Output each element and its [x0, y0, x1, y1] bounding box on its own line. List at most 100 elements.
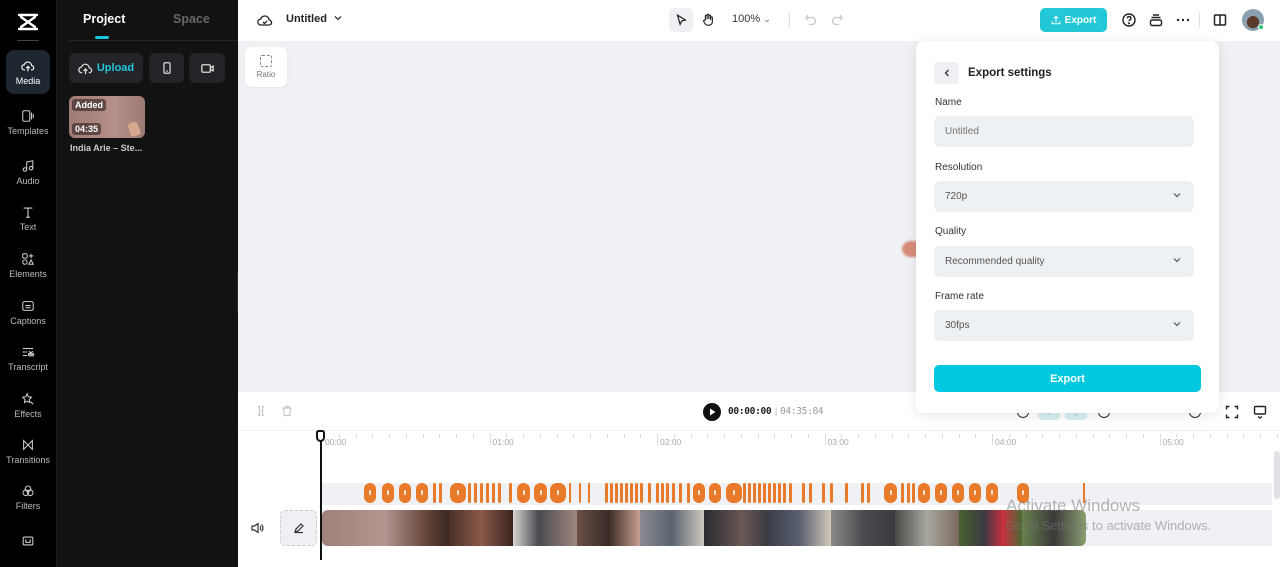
confirm-export-button[interactable]: Export: [934, 365, 1201, 392]
ruler-time-label: 00:00: [325, 437, 347, 447]
beat-marker: [610, 483, 613, 503]
record-video-button[interactable]: [189, 53, 225, 83]
beat-marker-glyph: [957, 490, 959, 495]
rail-item-elements[interactable]: Elements: [6, 243, 50, 287]
hand-tool-button[interactable]: [696, 8, 720, 32]
track-volume-icon[interactable]: [250, 521, 264, 535]
transcript-icon: [22, 347, 35, 356]
ruler-minor-tick: [606, 434, 608, 438]
undo-icon[interactable]: [803, 12, 819, 28]
beat-marker: [809, 483, 812, 503]
beat-marker-glyph: [404, 490, 406, 495]
upload-from-phone-button[interactable]: [149, 53, 184, 83]
tab-space[interactable]: Space: [173, 12, 210, 26]
cloud-upload-icon: [21, 60, 35, 71]
chevron-down-icon[interactable]: [333, 13, 343, 23]
edit-cover-button[interactable]: [280, 510, 317, 546]
beat-marker: [416, 483, 428, 503]
elements-icon: [22, 252, 35, 265]
beat-marker: [986, 483, 998, 503]
timeline-ruler[interactable]: 00:00 01:00 02:00 03:00 04:00 05:00: [238, 430, 1280, 450]
beat-marker: [648, 483, 651, 503]
layers-stack-icon[interactable]: [1148, 12, 1164, 28]
rail-item-media[interactable]: Media: [6, 50, 50, 94]
ruler-minor-tick: [355, 434, 357, 438]
panel-layout-icon[interactable]: [1212, 12, 1228, 28]
ruler-major-tick: [657, 434, 658, 445]
split-icon[interactable]: [255, 405, 267, 417]
rail-item-text[interactable]: Text: [6, 196, 50, 240]
zoom-level-dropdown[interactable]: 100% ⌄: [732, 13, 771, 25]
more-options-icon[interactable]: [1175, 12, 1191, 28]
timeline-scrollbar[interactable]: [1274, 451, 1280, 499]
captions-icon: [22, 300, 34, 311]
left-icon-rail: Media Templates Audio Text Elements Capt…: [0, 0, 57, 567]
capcut-logo-icon[interactable]: [16, 12, 40, 32]
keyboard-shortcuts-button[interactable]: [6, 520, 50, 564]
video-clip[interactable]: [322, 510, 1086, 546]
playhead[interactable]: [320, 436, 322, 560]
name-field[interactable]: [934, 116, 1194, 147]
rail-item-filters[interactable]: Filters: [6, 475, 50, 519]
playhead-handle[interactable]: [316, 430, 325, 442]
ruler-minor-tick: [539, 434, 541, 438]
video-frame-thumbnail: [449, 510, 514, 546]
duration-badge: 04:35: [72, 123, 102, 135]
comment-monitor-icon[interactable]: [1253, 405, 1267, 419]
play-button[interactable]: [703, 403, 721, 421]
user-avatar[interactable]: [1242, 9, 1264, 31]
online-status-dot: [1258, 24, 1264, 30]
rail-item-effects[interactable]: Effects: [6, 383, 50, 427]
ruler-time-label: 02:00: [660, 437, 682, 447]
beat-marker: [726, 483, 742, 503]
ruler-time-label: 03:00: [827, 437, 849, 447]
redo-icon[interactable]: [829, 12, 845, 28]
beat-marker: [768, 483, 771, 503]
frame-rate-select[interactable]: 30fps: [934, 310, 1194, 341]
ruler-minor-tick: [1226, 434, 1228, 438]
media-item-thumbnail[interactable]: Added 04:35: [69, 96, 145, 138]
cloud-saved-icon[interactable]: [257, 12, 273, 28]
time-separator: |: [775, 406, 778, 416]
help-icon[interactable]: [1121, 12, 1137, 28]
beat-marker: [952, 483, 964, 503]
ruler-minor-tick: [874, 434, 876, 438]
beat-marker: [364, 483, 376, 503]
current-time: 00:00:00: [728, 406, 772, 417]
beat-marker: [901, 483, 904, 503]
audio-beat-track[interactable]: [322, 483, 1272, 505]
text-t-icon: [23, 206, 33, 218]
resolution-select[interactable]: 720p: [934, 181, 1194, 212]
thumbnail-image: [126, 120, 142, 138]
frame-rate-value: 30fps: [945, 320, 970, 331]
ruler-major-tick: [824, 434, 826, 445]
play-icon: [709, 408, 715, 416]
delete-trash-icon[interactable]: [281, 405, 293, 417]
project-title[interactable]: Untitled: [286, 13, 327, 25]
ruler-minor-tick: [791, 434, 792, 438]
rail-item-templates[interactable]: Templates: [6, 100, 50, 144]
name-input[interactable]: [945, 126, 1194, 137]
beat-marker: [753, 483, 756, 503]
beat-marker: [861, 483, 864, 503]
export-button[interactable]: Export: [1040, 8, 1107, 32]
ratio-button[interactable]: Ratio: [245, 47, 287, 87]
select-tool-button[interactable]: [669, 8, 693, 32]
rail-item-captions[interactable]: Captions: [6, 290, 50, 334]
beat-marker: [783, 483, 786, 503]
rail-item-transitions[interactable]: Transitions: [6, 429, 50, 473]
rail-item-audio[interactable]: Audio: [6, 150, 50, 194]
media-item-name: India Arie – Ste...: [70, 143, 143, 153]
back-button[interactable]: [934, 62, 959, 84]
beat-marker-glyph: [714, 490, 716, 495]
beat-marker-glyph: [457, 490, 459, 495]
upload-button[interactable]: Upload: [69, 53, 143, 83]
rail-item-transcript[interactable]: Transcript: [6, 336, 50, 380]
chevron-down-icon: [1173, 322, 1181, 327]
fullscreen-icon[interactable]: [1225, 405, 1239, 419]
quality-select[interactable]: Recommended quality: [934, 246, 1194, 277]
ruler-major-tick: [489, 434, 491, 445]
tab-project[interactable]: Project: [83, 12, 125, 26]
ratio-label: Ratio: [256, 70, 276, 79]
video-frame-thumbnail: [895, 510, 959, 546]
